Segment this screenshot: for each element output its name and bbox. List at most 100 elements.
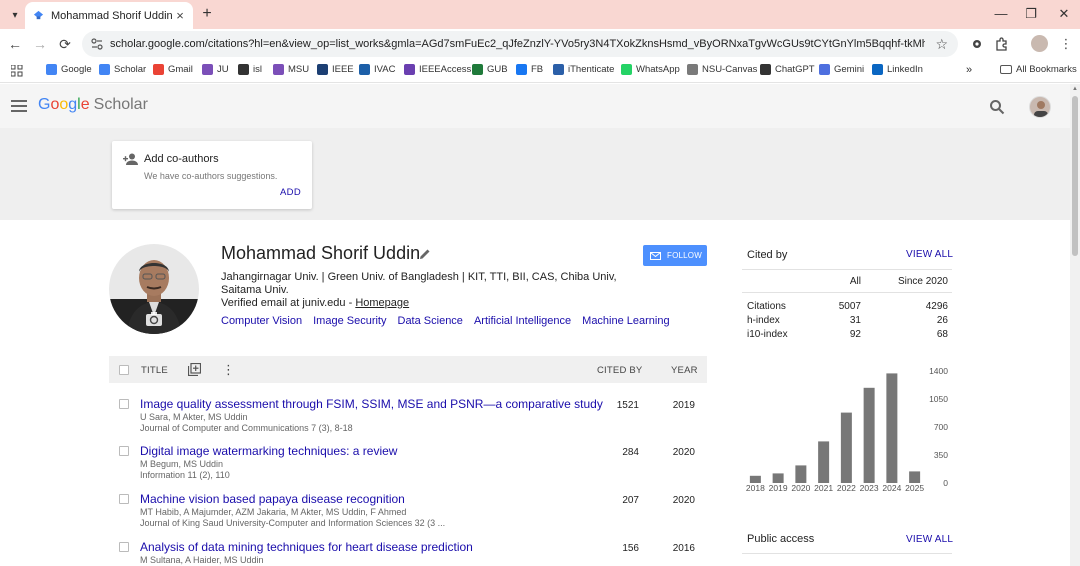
row-checkbox[interactable] [119, 494, 129, 504]
camera-icon[interactable] [145, 311, 163, 327]
chart-bar-2018[interactable] [749, 475, 761, 483]
bookmark-label: IVAC [374, 64, 396, 75]
bookmark-ju[interactable]: JU [202, 64, 229, 75]
extension-gear-icon[interactable] [969, 36, 985, 52]
account-avatar[interactable] [1029, 96, 1051, 118]
chart-bar-2021[interactable] [818, 441, 830, 483]
title-column-header[interactable]: TITLE [141, 365, 168, 376]
all-bookmarks-button[interactable]: All Bookmarks [1000, 64, 1077, 75]
citations-bar-chart: 2018 2019 2020 2021 2022 2023 2024 202514001050… [746, 366, 948, 493]
bookmark-google[interactable]: Google [46, 64, 92, 75]
scholar-favicon-icon [33, 10, 44, 20]
select-all-checkbox[interactable] [119, 365, 129, 375]
bookmarks-overflow-icon[interactable]: » [966, 64, 972, 76]
page-scrollbar[interactable]: ▲ [1070, 84, 1080, 566]
follow-button[interactable]: FOLLOW [643, 245, 707, 266]
close-window-button[interactable]: ✕ [1054, 5, 1074, 23]
close-tab-icon[interactable]: × [173, 8, 187, 23]
bookmark-star-icon[interactable]: ☆ [935, 36, 948, 53]
row-checkbox[interactable] [119, 446, 129, 456]
cited-by-title: Cited by [747, 249, 788, 261]
bookmark-gub[interactable]: GUB [472, 64, 508, 75]
bookmark-ivac[interactable]: IVAC [359, 64, 395, 75]
add-coauthors-subtitle: We have co-authors suggestions. [144, 171, 278, 181]
col-all-header: All [849, 276, 861, 287]
address-bar[interactable]: scholar.google.com/citations?hl=en&view_… [82, 31, 958, 57]
article-cited-count[interactable]: 156 [579, 543, 639, 554]
tab-search-button[interactable]: ▾ [6, 6, 24, 24]
bookmark-ieee[interactable]: IEEE [317, 64, 354, 75]
tab-title: Mohammad Shorif Uddin - Go [51, 9, 173, 22]
bookmark-gemini[interactable]: Gemini [819, 64, 864, 75]
public-access-view-all-link[interactable]: VIEW ALL [906, 534, 953, 545]
interest-data-science[interactable]: Data Science [398, 315, 463, 327]
bookmark-favicon-icon [46, 64, 57, 75]
bookmark-label: GUB [487, 64, 508, 75]
interest-image-security[interactable]: Image Security [313, 315, 386, 327]
bookmark-linkedin[interactable]: LinkedIn [872, 64, 923, 75]
search-icon[interactable] [989, 99, 1005, 115]
url-text: scholar.google.com/citations?hl=en&view_… [110, 38, 925, 50]
add-coauthors-button[interactable]: ADD [280, 187, 301, 198]
article-title-link[interactable]: Digital image watermarking techniques: a… [140, 444, 397, 458]
bookmark-gmail[interactable]: Gmail [153, 64, 193, 75]
article-title-link[interactable]: Analysis of data mining techniques for h… [140, 540, 473, 554]
article-title-link[interactable]: Image quality assessment through FSIM, S… [140, 397, 603, 411]
scroll-up-icon[interactable]: ▲ [1072, 86, 1078, 92]
interest-computer-vision[interactable]: Computer Vision [221, 315, 302, 327]
article-cited-count[interactable]: 1521 [579, 400, 639, 411]
cited-by-view-all-link[interactable]: VIEW ALL [906, 249, 953, 260]
bookmark-nsu-canvas[interactable]: NSU-Canvas [687, 64, 757, 75]
site-info-icon[interactable] [90, 37, 104, 51]
chart-bar-2022[interactable] [840, 412, 852, 483]
bookmark-chatgpt[interactable]: ChatGPT [760, 64, 815, 75]
article-title-link[interactable]: Machine vision based papaya disease reco… [140, 492, 405, 506]
bookmark-ithenticate[interactable]: iThenticate [553, 64, 614, 75]
bookmark-ieeeaccess[interactable]: IEEEAccess [404, 64, 471, 75]
restore-button[interactable]: ❐ [1021, 5, 1041, 23]
bookmark-whatsapp[interactable]: WhatsApp [621, 64, 680, 75]
homepage-link[interactable]: Homepage [355, 297, 409, 309]
interest-artificial-intelligence[interactable]: Artificial Intelligence [474, 315, 571, 327]
tab-strip: ▾ Mohammad Shorif Uddin - Go × + — ❐ ✕ [0, 0, 1080, 29]
new-tab-button[interactable]: + [198, 5, 216, 23]
chart-bar-2020[interactable] [795, 465, 807, 483]
active-tab[interactable]: Mohammad Shorif Uddin - Go × [25, 2, 193, 29]
bookmark-msu[interactable]: MSU [273, 64, 309, 75]
article-cited-count[interactable]: 284 [579, 447, 639, 458]
row-checkbox[interactable] [119, 399, 129, 409]
chart-bar-2025[interactable] [909, 471, 921, 483]
article-cited-count[interactable]: 207 [579, 495, 639, 506]
chrome-menu-icon[interactable]: ⋮ [1058, 36, 1074, 52]
scroll-thumb[interactable] [1072, 96, 1078, 256]
bookmark-fb[interactable]: FB [516, 64, 543, 75]
minimize-button[interactable]: — [991, 5, 1011, 23]
chart-bar-2024[interactable] [886, 373, 898, 483]
more-options-icon[interactable]: ⋮ [222, 362, 235, 378]
forward-icon[interactable]: → [32, 36, 48, 52]
google-scholar-logo[interactable]: Google Scholar [38, 96, 148, 114]
back-icon[interactable]: ← [7, 36, 23, 52]
extensions-puzzle-icon[interactable] [994, 36, 1010, 52]
chart-bar-2023[interactable] [863, 387, 875, 483]
reload-icon[interactable]: ⟳ [57, 36, 73, 52]
bookmark-label: WhatsApp [636, 64, 680, 75]
interest-machine-learning[interactable]: Machine Learning [582, 315, 669, 327]
add-article-icon[interactable] [188, 363, 201, 376]
article-authors: M Sultana, A Haider, MS Uddin [140, 555, 264, 565]
cited-by-column-header[interactable]: CITED BY [597, 365, 642, 376]
divider [742, 292, 952, 293]
bookmark-isl[interactable]: isl [238, 64, 262, 75]
year-column-header[interactable]: YEAR [671, 365, 698, 376]
edit-pencil-icon[interactable] [419, 248, 431, 260]
chart-bar-2019[interactable] [772, 473, 784, 483]
menu-hamburger-icon[interactable] [11, 100, 27, 112]
apps-grid-icon[interactable] [11, 65, 23, 77]
bookmark-label: NSU-Canvas [702, 64, 758, 75]
profile-avatar[interactable] [1031, 35, 1048, 52]
row-checkbox[interactable] [119, 542, 129, 552]
bookmark-label: iThenticate [568, 64, 615, 75]
article-venue: Journal of Computer and Communications 7… [140, 423, 353, 433]
bookmark-favicon-icon [553, 64, 564, 75]
bookmark-scholar[interactable]: Scholar [99, 64, 146, 75]
